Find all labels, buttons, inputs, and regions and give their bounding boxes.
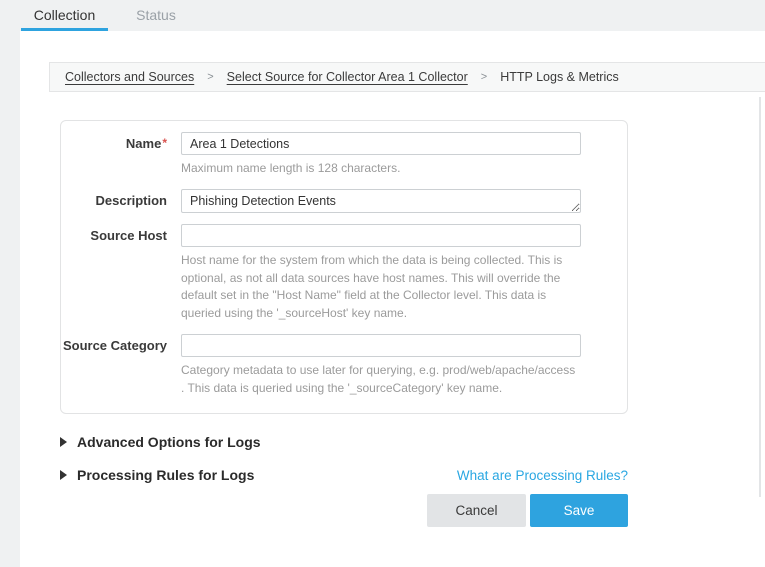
cancel-button[interactable]: Cancel [427,494,526,527]
expand-arrow-icon [60,470,67,480]
name-help-text: Maximum name length is 128 characters. [181,160,581,178]
processing-rules-toggle[interactable]: Processing Rules for Logs [60,467,254,483]
source-category-row: Source Category Category metadata to use… [61,334,627,398]
source-config-form: Name* Maximum name length is 128 charact… [60,120,628,414]
processing-rules-title: Processing Rules for Logs [77,467,254,483]
breadcrumb-select-source[interactable]: Select Source for Collector Area 1 Colle… [227,70,468,84]
advanced-options-row: Advanced Options for Logs [60,434,628,450]
advanced-options-title: Advanced Options for Logs [77,434,261,450]
description-textarea[interactable]: Phishing Detection Events [181,189,581,213]
form-actions: Cancel Save [60,494,628,527]
source-category-input[interactable] [181,334,581,357]
tab-status[interactable]: Status [122,0,190,31]
content-panel: Collectors and Sources > Select Source f… [20,31,765,567]
name-input[interactable] [181,132,581,155]
tab-collection[interactable]: Collection [21,0,108,31]
vertical-scrollbar[interactable] [759,97,761,497]
breadcrumb-current-page: HTTP Logs & Metrics [500,70,619,84]
description-row: Description Phishing Detection Events [61,189,627,213]
what-are-processing-rules-link[interactable]: What are Processing Rules? [457,468,628,483]
expand-arrow-icon [60,437,67,447]
required-asterisk: * [162,136,167,150]
source-host-help-text: Host name for the system from which the … [181,252,581,323]
tab-bar: Collection Status [0,0,765,31]
tab-collection-label: Collection [34,7,95,23]
advanced-options-toggle[interactable]: Advanced Options for Logs [60,434,261,450]
source-host-row: Source Host Host name for the system fro… [61,224,627,323]
breadcrumb-separator-icon: > [481,71,487,83]
source-host-label: Source Host [61,224,181,323]
description-label: Description [61,189,181,213]
save-button[interactable]: Save [530,494,628,527]
breadcrumb-collectors-and-sources[interactable]: Collectors and Sources [65,70,194,84]
name-label: Name* [61,132,181,178]
breadcrumb-separator-icon: > [207,71,213,83]
name-label-text: Name [126,136,161,151]
source-category-help-text: Category metadata to use later for query… [181,362,581,398]
breadcrumb: Collectors and Sources > Select Source f… [49,62,765,92]
source-category-label: Source Category [61,334,181,398]
source-host-input[interactable] [181,224,581,247]
tab-status-label: Status [136,7,176,23]
processing-rules-row: Processing Rules for Logs What are Proce… [60,467,628,483]
name-row: Name* Maximum name length is 128 charact… [61,132,627,178]
